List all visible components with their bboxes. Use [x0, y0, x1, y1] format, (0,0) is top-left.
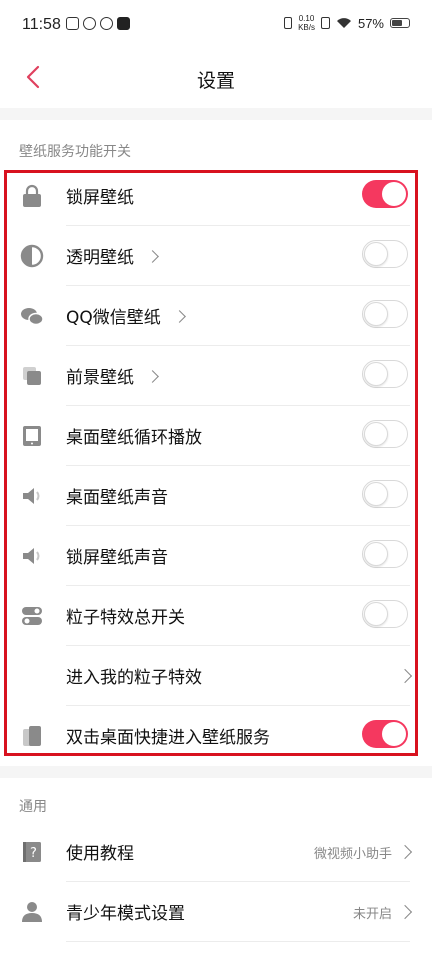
notification-app-icon: [66, 17, 79, 30]
section-label-wallpaper: 壁纸服务功能开关: [19, 144, 131, 160]
setting-row-teen-mode[interactable]: 青少年模式设置 未开启: [0, 882, 432, 942]
tiktok-icon: [117, 17, 130, 30]
page-title: 设置: [196, 70, 235, 92]
setting-value: 微视频小助手: [313, 847, 392, 862]
chevron-right-icon[interactable]: [397, 844, 413, 860]
vibrate-icon: [284, 17, 293, 29]
help-book-icon: ?: [23, 842, 41, 862]
status-bar: 11:58 0.10 KB/s 57%: [0, 0, 432, 50]
section-label-general: 通用: [19, 799, 47, 815]
net-speed-unit: KB/s: [298, 23, 315, 32]
section-gap: [0, 108, 432, 120]
setting-row-tutorial[interactable]: ? 使用教程 微视频小助手: [0, 822, 432, 882]
setting-label: 使用教程: [66, 844, 134, 864]
battery-icon: [390, 18, 410, 28]
battery-percent: 57%: [357, 15, 384, 31]
wifi-icon: [336, 18, 351, 28]
svg-text:?: ?: [30, 846, 37, 861]
divider: [66, 941, 410, 942]
net-speed-value: 0.10: [298, 14, 315, 23]
notification-app-icon: [83, 17, 96, 30]
notification-icons: [66, 17, 130, 30]
header: 设置: [0, 50, 432, 108]
status-indicators: 0.10 KB/s 57%: [284, 14, 410, 32]
setting-value: 未开启: [352, 907, 392, 922]
net-speed: 0.10 KB/s: [298, 14, 315, 32]
user-icon: [22, 902, 42, 922]
highlight-box: [4, 170, 418, 756]
chevron-right-icon[interactable]: [397, 904, 413, 920]
no-sim-icon: [320, 17, 330, 29]
section-gap: [0, 766, 432, 778]
status-time: 11:58: [22, 16, 61, 33]
notification-app-icon: [100, 17, 113, 30]
setting-label: 青少年模式设置: [66, 904, 185, 924]
